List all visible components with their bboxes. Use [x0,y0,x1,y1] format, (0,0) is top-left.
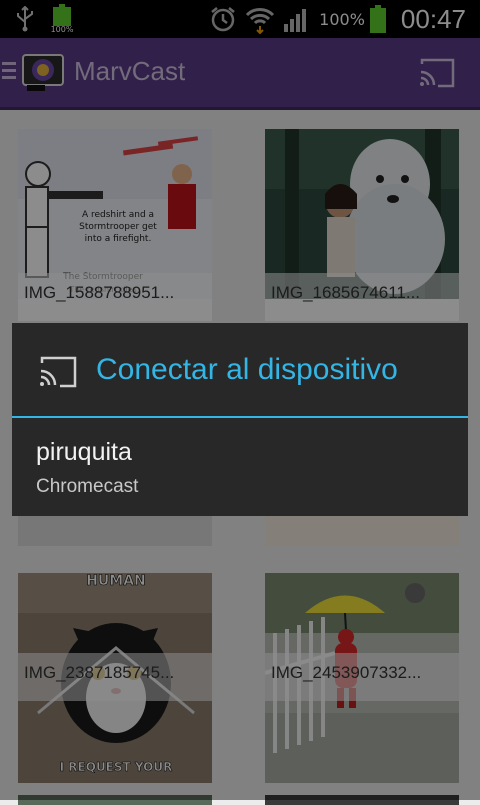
device-list-item[interactable]: piruquita Chromecast [12,420,468,516]
dialog-header: Conectar al dispositivo [12,323,468,418]
connect-device-dialog: Conectar al dispositivo piruquita Chrome… [12,323,468,516]
device-type: Chromecast [36,476,139,497]
cast-icon [40,356,77,388]
device-name: piruquita [36,438,132,466]
dialog-title: Conectar al dispositivo [96,353,398,386]
